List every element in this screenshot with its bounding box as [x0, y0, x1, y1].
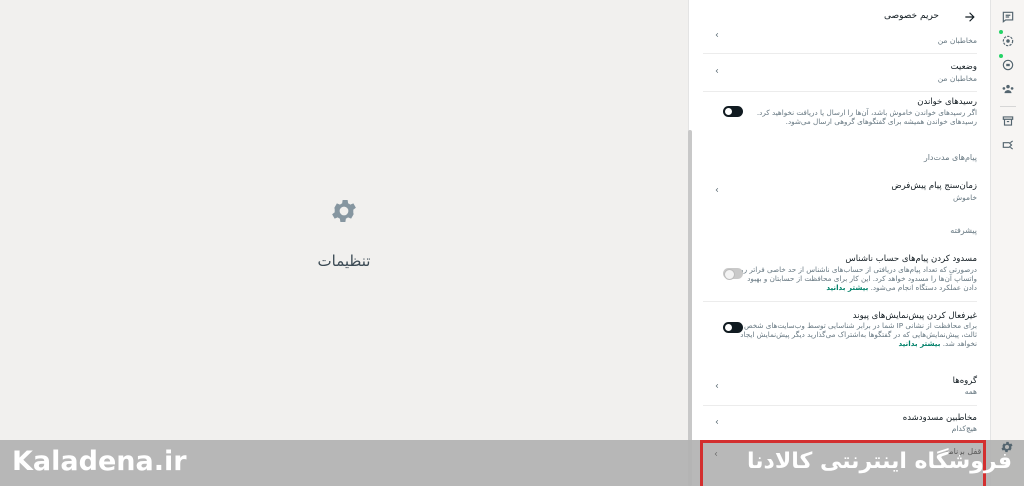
page-title: حریم خصوصی	[883, 11, 939, 21]
status-icon[interactable]	[1001, 34, 1015, 48]
privacy-settings-list[interactable]: حریم خصوصی مخاطبان من وضعیت مخاطبان من ر…	[703, 0, 977, 486]
chevron-left-icon	[715, 33, 719, 37]
empty-state-pane: تنظیمات	[0, 0, 688, 486]
chevron-left-icon	[715, 384, 719, 388]
blocked-contacts-item[interactable]: مخاطبین مسدودشده هیچ‌کدام	[703, 408, 977, 440]
nav-rail	[990, 0, 1024, 486]
gear-icon	[332, 200, 356, 222]
item-subtitle: خاموش	[953, 193, 977, 202]
privacy-settings-pane: حریم خصوصی مخاطبان من وضعیت مخاطبان من ر…	[688, 0, 990, 486]
brand-watermark: Kaladena.ir	[12, 446, 187, 477]
learn-more-link[interactable]: بیشتر بدانید	[826, 283, 868, 292]
item-subtitle: مخاطبان من	[937, 36, 977, 45]
shop-watermark: فروشگاه اینترنتی کالادنا	[747, 449, 1012, 474]
last-seen-item[interactable]: مخاطبان من	[703, 28, 977, 54]
item-subtitle: همه	[964, 387, 977, 396]
privacy-header: حریم خصوصی	[703, 8, 977, 28]
item-subtitle: مخاطبان من	[937, 74, 977, 83]
chevron-left-icon	[715, 420, 719, 424]
read-receipts-item[interactable]: رسیدهای خواندن اگر رسیدهای خواندن خاموش …	[703, 94, 977, 144]
item-title: مسدود کردن پیام‌های حساب ناشناس	[845, 254, 977, 264]
item-title: رسیدهای خواندن	[917, 97, 977, 107]
block-unknown-messages-item[interactable]: مسدود کردن پیام‌های حساب ناشناس درصورتی …	[703, 252, 977, 302]
item-description: برای محافظت از نشانی IP شما در برابر شنا…	[740, 321, 977, 348]
status-privacy-item[interactable]: وضعیت مخاطبان من	[703, 56, 977, 92]
link-previews-toggle[interactable]	[723, 322, 743, 333]
scrollbar[interactable]	[688, 130, 692, 486]
chats-icon[interactable]	[1001, 10, 1015, 24]
item-subtitle: هیچ‌کدام	[951, 424, 977, 433]
chevron-left-icon	[715, 69, 719, 73]
item-title: زمان‌سنج پیام پیش‌فرض	[891, 181, 977, 191]
channels-icon[interactable]	[1001, 58, 1015, 72]
empty-state: تنظیمات	[296, 196, 392, 270]
starred-icon[interactable]	[1001, 138, 1015, 152]
item-description: درصورتی که تعداد پیام‌های دریافتی از حسا…	[734, 265, 977, 292]
item-title: وضعیت	[950, 62, 977, 72]
item-title: گروه‌ها	[952, 376, 977, 386]
watermark-banner: Kaladena.ir قفل برنامه فروشگاه اینترنتی …	[0, 440, 1024, 486]
groups-item[interactable]: گروه‌ها همه	[703, 372, 977, 406]
item-title: مخاطبین مسدودشده	[902, 413, 977, 423]
item-title: غیرفعال کردن پیش‌نمایش‌های پیوند	[852, 311, 977, 321]
empty-state-title: تنظیمات	[317, 252, 371, 270]
archive-icon[interactable]	[1001, 114, 1015, 128]
read-receipts-toggle[interactable]	[723, 106, 743, 117]
section-label-disappearing: پیام‌های مدت‌دار	[923, 153, 977, 162]
link-previews-item[interactable]: غیرفعال کردن پیش‌نمایش‌های پیوند برای مح…	[703, 308, 977, 352]
learn-more-link[interactable]: بیشتر بدانید	[898, 339, 940, 348]
section-label-advanced: پیشرفته	[950, 226, 977, 235]
block-unknown-toggle[interactable]	[723, 268, 743, 280]
communities-icon[interactable]	[1001, 82, 1015, 96]
item-description: اگر رسیدهای خواندن خاموش باشد، آن‌ها را …	[756, 108, 977, 126]
default-timer-item[interactable]: زمان‌سنج پیام پیش‌فرض خاموش	[703, 178, 977, 212]
rail-divider	[1000, 106, 1016, 107]
chevron-left-icon	[714, 452, 718, 456]
arrow-right-icon[interactable]	[963, 10, 977, 24]
chevron-left-icon	[715, 188, 719, 192]
